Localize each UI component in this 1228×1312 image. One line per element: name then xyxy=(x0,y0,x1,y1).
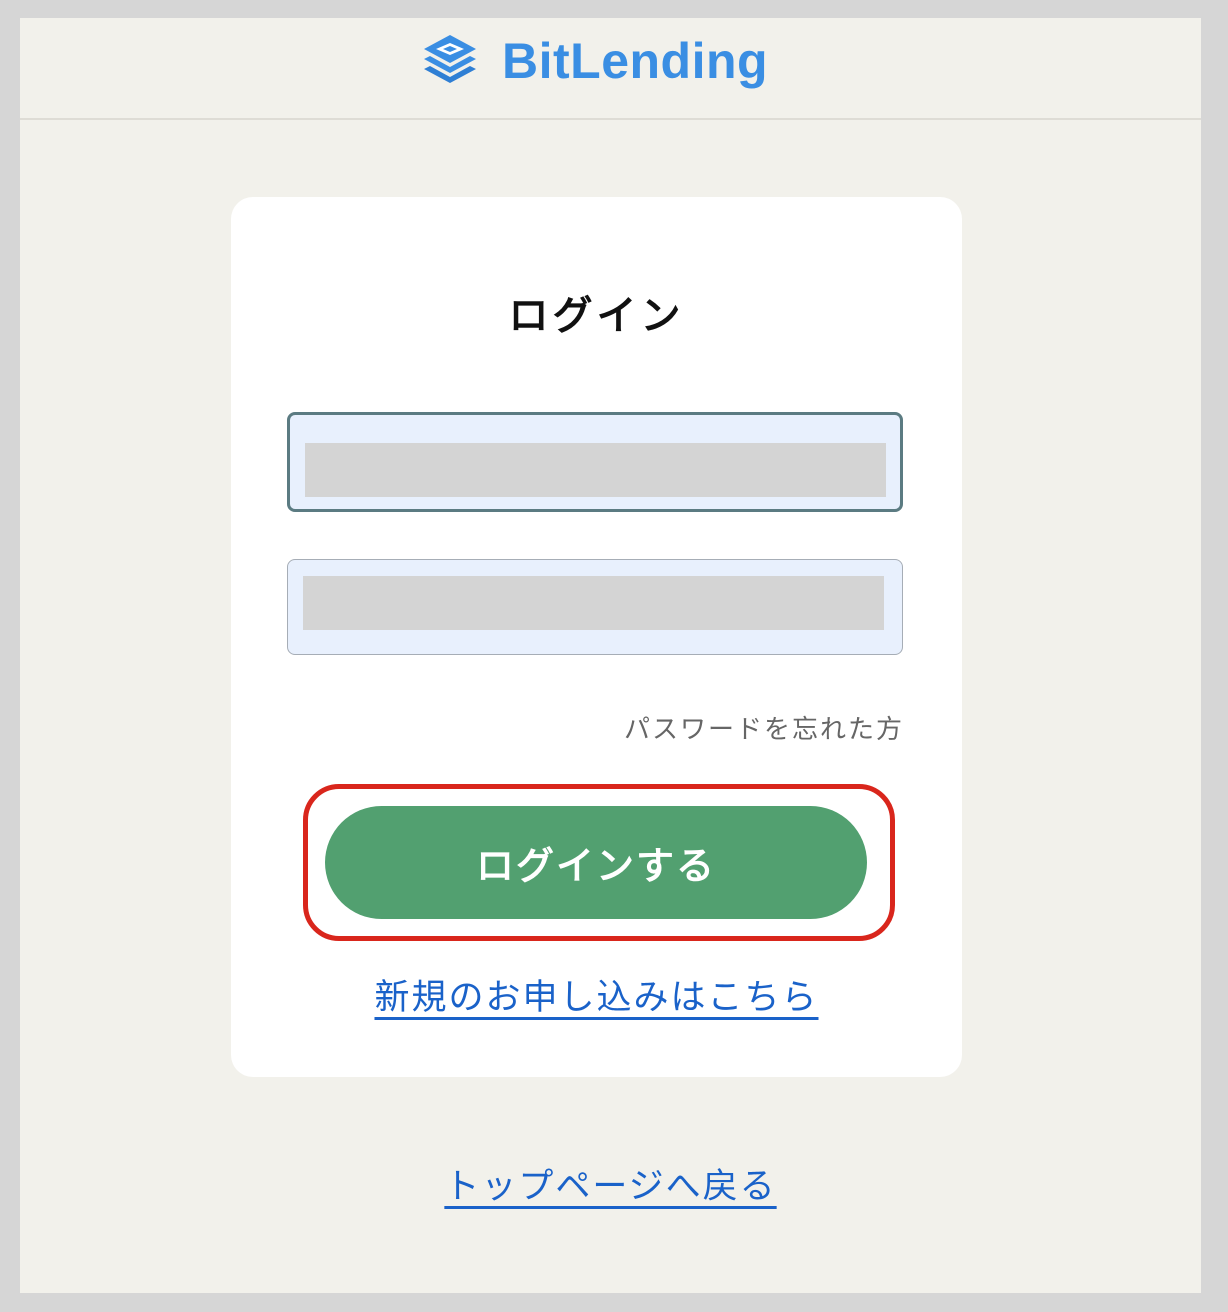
login-card: ログイン パスワードを忘れた方 ログインする 新規のお申し込みはこちら xyxy=(231,197,962,1077)
site-header: BitLending xyxy=(20,18,1201,120)
login-button[interactable]: ログインする xyxy=(325,806,867,919)
site-logo[interactable]: BitLending xyxy=(420,26,768,96)
back-to-top-link[interactable]: トップページへ戻る xyxy=(20,1158,1201,1209)
forgot-password-link[interactable]: パスワードを忘れた方 xyxy=(624,709,904,746)
logo-text: BitLending xyxy=(502,33,769,89)
redacted-value xyxy=(303,576,884,630)
layers-icon xyxy=(420,31,480,91)
page-frame: BitLending ログイン パスワードを忘れた方 ログインする 新規のお申し… xyxy=(20,18,1201,1293)
email-field[interactable] xyxy=(287,412,903,512)
page-title: ログイン xyxy=(508,293,685,339)
redacted-value xyxy=(305,443,886,497)
password-field[interactable] xyxy=(287,559,903,655)
signup-link[interactable]: 新規のお申し込みはこちら xyxy=(231,969,962,1020)
